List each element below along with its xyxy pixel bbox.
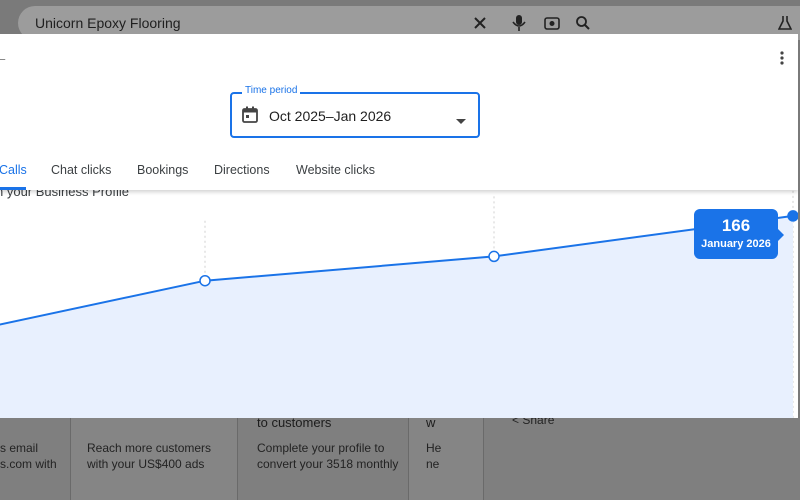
- chart-tooltip: 166 January 2026: [694, 209, 784, 259]
- tooltip-label: January 2026: [701, 238, 771, 250]
- performance-dialog: ← Time period Oct 2025–Jan 2026 Calls Ch…: [0, 34, 798, 418]
- series-area: [0, 215, 793, 418]
- tab-website-clicks[interactable]: Website clicks: [296, 163, 375, 177]
- microphone-icon[interactable]: [508, 12, 530, 34]
- background-text: Reach more customers: [87, 441, 212, 455]
- tab-bookings[interactable]: Bookings: [137, 163, 188, 177]
- background-text: convert your 3518 monthly: [257, 457, 399, 471]
- time-period-value: Oct 2025–Jan 2026: [269, 108, 392, 124]
- tooltip-value: 166: [721, 216, 751, 235]
- background-text: ne: [426, 457, 440, 471]
- data-point[interactable]: [199, 274, 211, 287]
- background-text: He: [426, 441, 442, 455]
- dropdown-arrow-icon: [456, 112, 466, 130]
- data-point[interactable]: [488, 250, 500, 263]
- background-text: Complete your profile to: [257, 441, 385, 455]
- more-options-icon[interactable]: [770, 46, 794, 70]
- calls-chart: [0, 190, 798, 418]
- back-arrow-icon[interactable]: ←: [0, 49, 8, 65]
- active-tab-indicator: [0, 187, 26, 190]
- tab-chat-clicks[interactable]: Chat clicks: [51, 163, 111, 177]
- tab-calls[interactable]: Calls: [0, 163, 27, 177]
- labs-icon[interactable]: [774, 12, 796, 34]
- clear-icon[interactable]: [469, 12, 491, 34]
- search-query[interactable]: Unicorn Epoxy Flooring: [35, 15, 181, 31]
- camera-lens-icon[interactable]: [541, 12, 563, 34]
- tab-directions[interactable]: Directions: [214, 163, 270, 177]
- data-point[interactable]: [787, 210, 798, 222]
- metric-tabs: Calls Chat clicks Bookings Directions We…: [0, 156, 798, 190]
- search-icon[interactable]: [572, 12, 594, 34]
- calendar-icon: [242, 106, 258, 128]
- time-period-label: Time period: [242, 85, 301, 96]
- background-text: with your US$400 ads: [87, 457, 205, 471]
- dialog-header: ← Time period Oct 2025–Jan 2026 Calls Ch…: [0, 34, 798, 190]
- time-period-select[interactable]: Time period Oct 2025–Jan 2026: [230, 85, 480, 138]
- background-text: s email: [0, 441, 39, 455]
- background-card: [408, 418, 484, 500]
- background-text: s.com with: [0, 457, 57, 471]
